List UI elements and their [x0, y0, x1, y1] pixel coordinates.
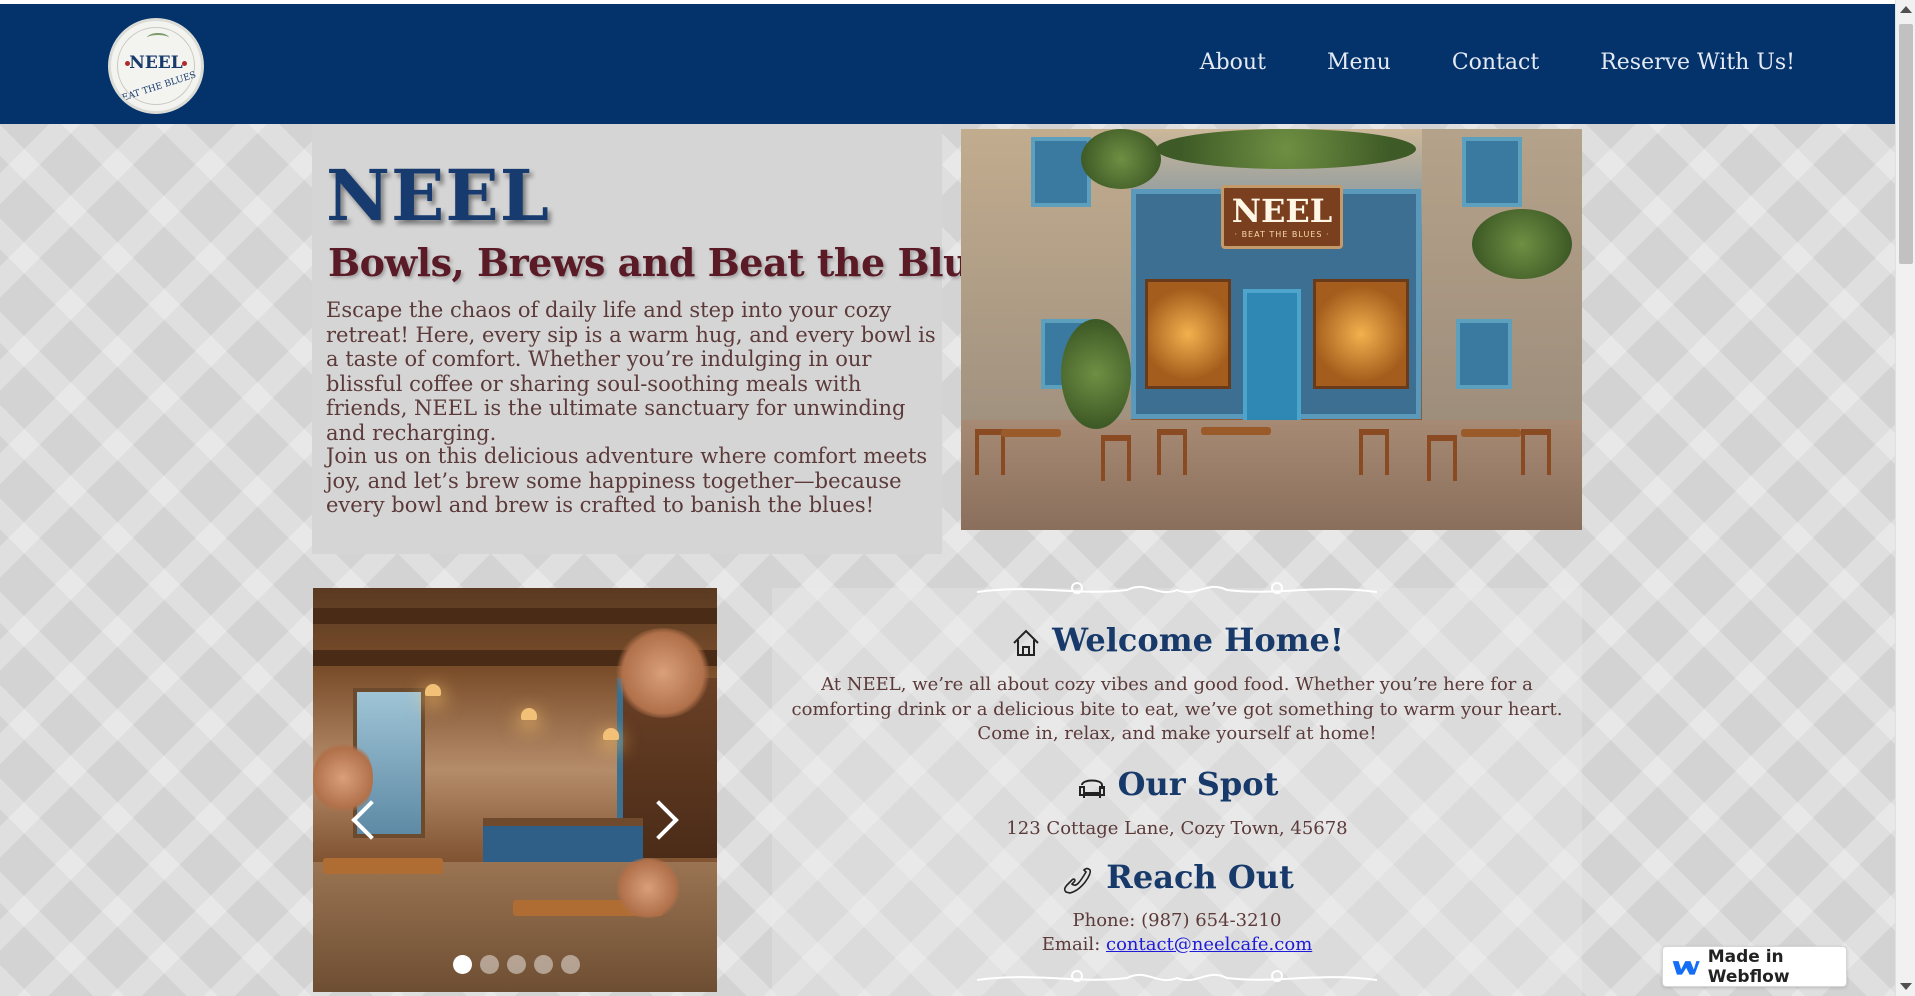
divider-flourish-icon: [977, 582, 1377, 594]
storefront-lit-window: [1145, 279, 1231, 389]
logo-leaf-icon: [147, 33, 169, 43]
site-header: NEEL BEAT THE BLUES About Menu Contact R…: [0, 4, 1895, 124]
slider-dot[interactable]: [480, 955, 499, 974]
main-nav: About Menu Contact Reserve With Us!: [1200, 50, 1795, 75]
storefront-window: [1462, 137, 1522, 207]
our-spot-heading: Our Spot: [772, 765, 1582, 803]
email-line: Email: contact@neelcafe.com: [772, 933, 1582, 958]
site-logo[interactable]: NEEL BEAT THE BLUES: [108, 18, 204, 114]
storefront-door: [1243, 289, 1301, 429]
logo-title: NEEL: [129, 53, 183, 73]
welcome-heading: Welcome Home!: [772, 621, 1582, 659]
slider-dot[interactable]: [507, 955, 526, 974]
divider-flourish-icon: [977, 970, 1377, 982]
welcome-heading-text: Welcome Home!: [1052, 621, 1344, 659]
hero-text-block: NEEL Bowls, Brews and Beat the Blues Esc…: [312, 124, 1015, 554]
interior-table: [323, 858, 443, 874]
made-in-webflow-badge[interactable]: Made in Webflow: [1662, 946, 1847, 987]
patio-chair: [975, 429, 1005, 475]
patio-table: [1461, 429, 1521, 437]
plant-decor: [1156, 129, 1416, 169]
sofa-icon: [1078, 779, 1105, 798]
info-panel: Welcome Home! At NEEL, we’re all about c…: [772, 582, 1582, 996]
patio-chair: [1101, 435, 1131, 481]
pendant-lamp-icon: [425, 684, 441, 696]
welcome-text: At NEEL, we’re all about cozy vibes and …: [791, 674, 1563, 744]
patio-chair: [1359, 429, 1389, 475]
interior-flowers: [613, 858, 683, 918]
interior-image-slider[interactable]: [313, 588, 717, 992]
storefront-sign-title: NEEL: [1231, 192, 1333, 230]
spot-address: 123 Cottage Lane, Cozy Town, 45678: [1006, 818, 1348, 839]
phone-icon: [1064, 867, 1092, 894]
scroll-down-arrow-icon[interactable]: [1900, 983, 1912, 990]
pendant-lamp-icon: [521, 708, 537, 720]
nav-link-reserve[interactable]: Reserve With Us!: [1600, 50, 1795, 75]
cafe-storefront-image: NEEL · BEAT THE BLUES ·: [961, 129, 1582, 530]
pendant-lamp-icon: [603, 728, 619, 740]
storefront-window: [1031, 137, 1091, 207]
hero-title: NEEL: [326, 154, 550, 237]
storefront-sign: NEEL · BEAT THE BLUES ·: [1221, 185, 1343, 249]
phone-line: Phone: (987) 654-3210: [1072, 910, 1282, 931]
hero-paragraph-2: Join us on this delicious adventure wher…: [326, 444, 928, 517]
slider-dot[interactable]: [561, 955, 580, 974]
slider-dot[interactable]: [534, 955, 553, 974]
email-link[interactable]: contact@neelcafe.com: [1106, 934, 1312, 955]
plant-decor: [1061, 319, 1131, 429]
hero-paragraph-1: Escape the chaos of daily life and step …: [326, 298, 936, 445]
slider-dots: [453, 955, 580, 974]
storefront-window: [1456, 319, 1512, 389]
reach-out-heading-text: Reach Out: [1106, 858, 1294, 896]
webflow-badge-label: Made in Webflow: [1707, 946, 1790, 987]
scroll-up-arrow-icon[interactable]: [1900, 6, 1912, 13]
slider-dot[interactable]: [453, 955, 472, 974]
nav-link-menu[interactable]: Menu: [1327, 50, 1391, 75]
home-icon: [1013, 629, 1039, 656]
webflow-logo-icon: [1672, 960, 1700, 975]
patio-table: [1001, 429, 1061, 437]
nav-link-about[interactable]: About: [1200, 50, 1266, 75]
storefront-lit-window: [1313, 279, 1409, 389]
email-label: Email:: [1041, 934, 1106, 955]
reach-out-heading: Reach Out: [772, 858, 1582, 898]
page-scrollbar[interactable]: [1895, 0, 1915, 996]
patio-chair: [1521, 429, 1551, 475]
ceiling-beam: [313, 608, 717, 624]
scrollbar-thumb[interactable]: [1899, 24, 1913, 264]
our-spot-heading-text: Our Spot: [1117, 765, 1279, 803]
patio-chair: [1157, 429, 1187, 475]
hero-subtitle: Bowls, Brews and Beat the Blues: [328, 240, 1015, 285]
storefront-sign-subtitle: · BEAT THE BLUES ·: [1234, 230, 1330, 239]
interior-flowers: [613, 628, 713, 718]
patio-chair: [1427, 435, 1457, 481]
plant-decor: [1081, 129, 1161, 189]
plant-decor: [1472, 209, 1572, 279]
nav-link-contact[interactable]: Contact: [1452, 50, 1539, 75]
patio-table: [1201, 427, 1271, 435]
